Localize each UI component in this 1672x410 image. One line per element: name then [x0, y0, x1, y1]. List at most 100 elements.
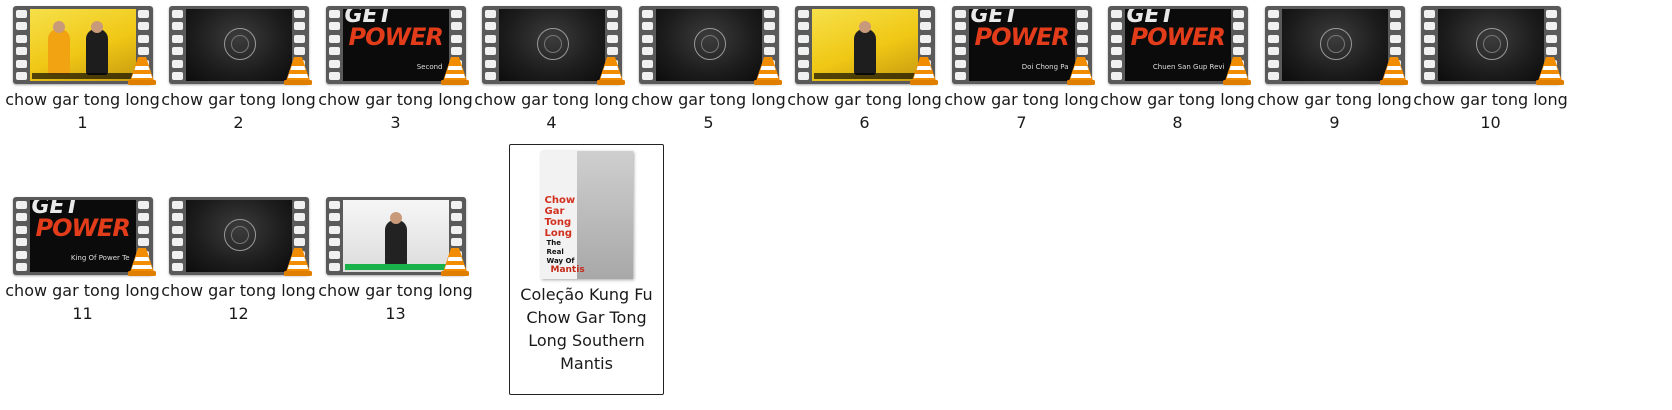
emblem-icon [1319, 28, 1352, 60]
vlc-cone-icon [909, 54, 939, 86]
video-thumbnail: GET POWER King Of Power Te [12, 197, 156, 276]
film-perforations [328, 10, 341, 80]
video-file[interactable]: chow gar tong long 5 [631, 0, 786, 134]
vlc-cone-icon [1379, 54, 1409, 86]
video-thumbnail [638, 6, 782, 85]
file-name: chow gar tong long 12 [161, 281, 316, 323]
cover-subtitle: The Real Way Of [546, 239, 575, 265]
emblem-icon [1475, 28, 1508, 60]
video-file[interactable]: GET POWER Second chow gar tong long 3 [318, 0, 473, 134]
video-thumbnail: GET POWER Second [325, 6, 469, 85]
emblem-icon [223, 219, 256, 251]
logo-text: POWER [348, 23, 444, 51]
video-file[interactable]: GET POWER King Of Power Te chow gar tong… [5, 191, 160, 325]
video-file[interactable]: chow gar tong long 9 [1257, 0, 1412, 134]
subtitle-strip [813, 73, 916, 79]
film-perforations [328, 201, 341, 271]
file-name: chow gar tong long 10 [1413, 90, 1568, 132]
video-thumbnail [1420, 6, 1564, 85]
vlc-cone-icon [127, 245, 157, 277]
subtitle-strip [31, 73, 134, 79]
video-frame [185, 200, 292, 272]
video-thumbnail [168, 6, 312, 85]
video-thumbnail [481, 6, 625, 85]
video-frame [342, 200, 449, 272]
video-file[interactable]: GET POWER Doi Chong Pa chow gar tong lon… [944, 0, 1099, 134]
logo-text: POWER [974, 23, 1070, 51]
vlc-cone-icon [753, 54, 783, 86]
logo-text: POWER [35, 214, 131, 242]
video-thumbnail [325, 197, 469, 276]
video-frame: GET POWER Second [342, 9, 449, 81]
film-perforations [641, 10, 654, 80]
cover-word: Mantis [550, 265, 585, 275]
vlc-cone-icon [127, 54, 157, 86]
video-frame [811, 9, 918, 81]
subtitle-strip [344, 264, 447, 270]
video-frame: GET POWER Doi Chong Pa [968, 9, 1075, 81]
video-thumbnail [1264, 6, 1408, 85]
file-name: chow gar tong long 2 [161, 90, 316, 132]
vlc-cone-icon [440, 54, 470, 86]
emblem-icon [536, 28, 569, 60]
video-file[interactable]: chow gar tong long 1 [5, 0, 160, 134]
film-perforations [1110, 10, 1123, 80]
emblem-icon [223, 28, 256, 60]
folder-cover-image: Chow Gar Tong Long The Real Way Of Manti… [540, 151, 633, 279]
file-name: chow gar tong long 9 [1257, 90, 1412, 132]
video-frame [655, 9, 762, 81]
thumbnail-caption: King Of Power Te [70, 254, 130, 262]
emblem-icon [693, 28, 726, 60]
video-person [85, 29, 108, 75]
file-name: chow gar tong long 4 [474, 90, 629, 132]
video-file[interactable]: chow gar tong long 6 [787, 0, 942, 134]
film-perforations [1423, 10, 1436, 80]
file-name: chow gar tong long 3 [318, 90, 473, 132]
video-thumbnail [168, 197, 312, 276]
video-frame [498, 9, 605, 81]
video-frame [1281, 9, 1388, 81]
video-thumbnail [12, 6, 156, 85]
vlc-cone-icon [1222, 54, 1252, 86]
film-perforations [797, 10, 810, 80]
film-perforations [484, 10, 497, 80]
cover-title: Chow Gar Tong Long [544, 195, 576, 239]
folder-item[interactable]: Chow Gar Tong Long The Real Way Of Manti… [509, 144, 664, 395]
video-person [47, 29, 70, 75]
video-frame [185, 9, 292, 81]
film-perforations [1267, 10, 1280, 80]
video-person [853, 29, 876, 75]
video-file[interactable]: GET POWER Chuen San Gup Revi chow gar to… [1100, 0, 1255, 134]
film-perforations [954, 10, 967, 80]
file-name: chow gar tong long 6 [787, 90, 942, 132]
file-name: chow gar tong long 7 [944, 90, 1099, 132]
video-thumbnail [794, 6, 938, 85]
video-frame: GET POWER King Of Power Te [29, 200, 136, 272]
file-name: chow gar tong long 13 [318, 281, 473, 323]
video-file[interactable]: chow gar tong long 4 [474, 0, 629, 134]
vlc-cone-icon [596, 54, 626, 86]
video-thumbnail: GET POWER Doi Chong Pa [951, 6, 1095, 85]
video-thumbnail: GET POWER Chuen San Gup Revi [1107, 6, 1251, 85]
video-person [384, 220, 407, 266]
vlc-cone-icon [1535, 54, 1565, 86]
file-name: chow gar tong long 11 [5, 281, 160, 323]
video-frame: GET POWER Chuen San Gup Revi [1124, 9, 1231, 81]
video-frame [1437, 9, 1544, 81]
folder-name: Coleção Kung Fu Chow Gar Tong Long South… [520, 285, 653, 373]
thumbnail-caption: Doi Chong Pa [1021, 63, 1069, 71]
vlc-cone-icon [283, 54, 313, 86]
vlc-cone-icon [440, 245, 470, 277]
file-grid: chow gar tong long 1 chow gar tong long … [0, 0, 1672, 410]
film-perforations [171, 10, 184, 80]
film-perforations [15, 201, 28, 271]
film-perforations [15, 10, 28, 80]
video-file[interactable]: chow gar tong long 13 [318, 191, 473, 325]
file-name: chow gar tong long 8 [1100, 90, 1255, 132]
vlc-cone-icon [283, 245, 313, 277]
video-file[interactable]: chow gar tong long 2 [161, 0, 316, 134]
video-file[interactable]: chow gar tong long 10 [1413, 0, 1568, 134]
video-file[interactable]: chow gar tong long 12 [161, 191, 316, 325]
file-name: chow gar tong long 5 [631, 90, 786, 132]
logo-text: POWER [1130, 23, 1226, 51]
